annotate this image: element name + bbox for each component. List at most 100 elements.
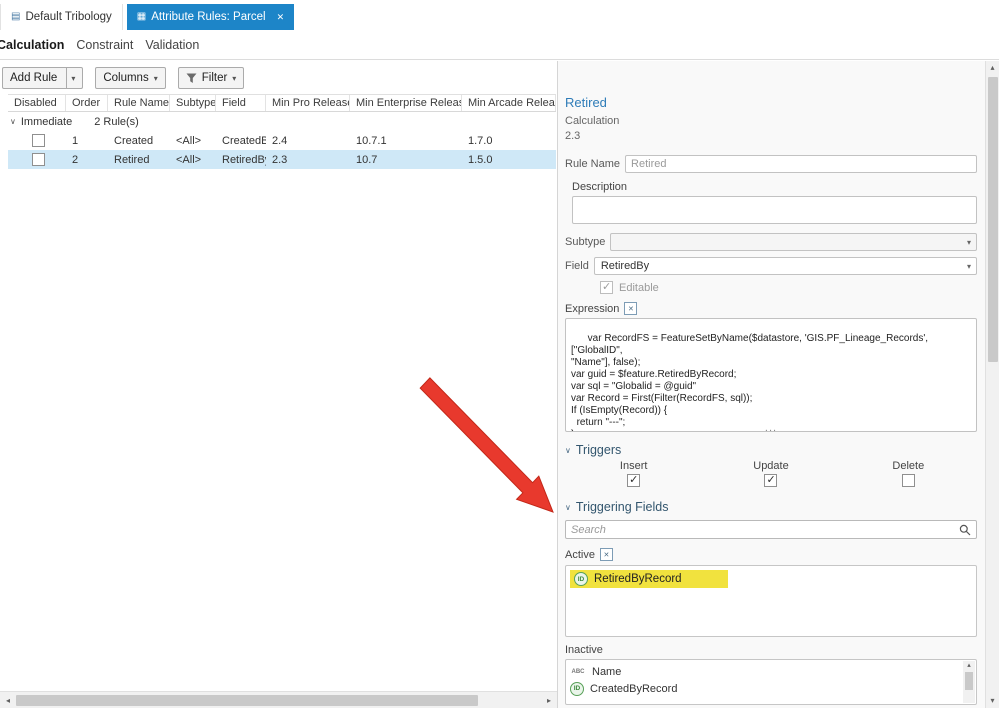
disabled-checkbox[interactable]	[32, 134, 45, 147]
search-input[interactable]	[571, 523, 959, 536]
add-rule-button[interactable]: Add Rule ▾	[2, 67, 84, 89]
subtype-row: Subtype ▾	[565, 233, 977, 251]
column-header-min-enterprise[interactable]: Min Enterprise Release	[350, 95, 462, 111]
resize-grip-icon[interactable]: ...	[566, 422, 976, 431]
inactive-label: Inactive	[565, 644, 603, 656]
column-header-order[interactable]: Order	[66, 95, 108, 111]
scroll-left-icon[interactable]: ◂	[0, 696, 16, 705]
disabled-checkbox[interactable]	[32, 153, 45, 166]
field-row: Field RetiredBy ▾	[565, 257, 977, 275]
cell-order: 2	[72, 153, 79, 166]
field-item-label: Name	[592, 665, 622, 678]
cell-min-pro: 2.3	[272, 153, 288, 166]
rule-type-text: Calculation	[565, 115, 620, 127]
id-field-icon	[570, 681, 584, 696]
tab-validation[interactable]: Validation	[145, 38, 199, 52]
chevron-down-icon[interactable]: ▾	[71, 74, 75, 83]
scrollbar-thumb[interactable]	[987, 77, 998, 362]
active-fields-toggle-icon[interactable]: ✕	[599, 548, 613, 561]
column-header-field[interactable]: Field	[216, 95, 266, 111]
list-scrollbar[interactable]: ▴	[963, 661, 975, 703]
cell-min-arcade: 1.7.0	[468, 134, 493, 147]
scrollbar-thumb[interactable]	[965, 672, 973, 690]
tab-label: Default Tribology	[25, 11, 112, 23]
group-label: Immediate	[20, 115, 73, 128]
list-item[interactable]: Name	[570, 663, 960, 680]
rule-details-panel: Retired Calculation 2.3 Rule Name Descri…	[558, 61, 985, 708]
scrollbar-thumb[interactable]	[16, 694, 478, 706]
triggers-label: Triggers	[575, 443, 622, 457]
scroll-down-icon[interactable]: ▾	[990, 694, 994, 708]
scroll-up-icon[interactable]: ▴	[990, 61, 994, 75]
insert-checkbox[interactable]	[627, 473, 641, 487]
triggers-section-header[interactable]: ∨ Triggers	[565, 443, 977, 457]
table-row[interactable]: 1 Created <All> CreatedBy 2.4 10.7.1 1.7…	[8, 131, 556, 150]
column-header-min-arcade[interactable]: Min Arcade Release	[462, 95, 556, 111]
active-row: Active ✕	[565, 548, 977, 561]
update-checkbox[interactable]	[764, 473, 778, 487]
field-dropdown[interactable]: RetiredBy ▾	[593, 257, 977, 275]
cell-field: RetiredBy	[222, 153, 266, 166]
cell-subtype: <All>	[176, 153, 202, 166]
cell-min-pro: 2.4	[272, 134, 288, 147]
field-item-label: RetiredByRecord	[594, 573, 682, 585]
filter-label: Filter	[201, 72, 228, 84]
editable-label: Editable	[619, 281, 659, 294]
columns-button[interactable]: Columns ▾	[95, 67, 166, 89]
group-row-immediate[interactable]: ∨ Immediate 2 Rule(s)	[10, 112, 556, 131]
add-rule-label: Add Rule	[10, 72, 58, 84]
abc-text-field-icon	[570, 669, 586, 675]
expression-code: var RecordFS = FeatureSetByName($datasto…	[571, 333, 929, 431]
subtype-dropdown[interactable]: ▾	[610, 233, 977, 251]
rule-type-tabs: Calculation Constraint Validation	[0, 30, 999, 60]
description-label: Description	[572, 181, 628, 193]
rule-title: Retired	[565, 95, 607, 110]
collapse-chevron-icon[interactable]: ∨	[10, 117, 16, 126]
tab-constraint[interactable]: Constraint	[76, 38, 133, 52]
collapse-chevron-icon[interactable]: ∨	[565, 446, 571, 455]
filter-button[interactable]: Filter ▾	[177, 67, 245, 89]
cell-field: CreatedBy	[222, 134, 266, 147]
close-icon[interactable]: ✕	[277, 12, 285, 23]
column-header-min-pro[interactable]: Min Pro Release	[266, 95, 350, 111]
attribute-rules-icon: ▦	[136, 11, 147, 22]
active-fields-list[interactable]: RetiredByRecord	[565, 565, 977, 637]
column-header-disabled[interactable]: Disabled	[8, 95, 66, 111]
expression-editor-icon[interactable]: ✕	[624, 302, 638, 315]
rule-name-input[interactable]	[625, 155, 977, 173]
editable-checkbox[interactable]	[600, 280, 613, 294]
update-label: Update	[753, 460, 789, 472]
field-item-label: CreatedByRecord	[590, 682, 678, 695]
rule-version: 2.3	[565, 130, 581, 142]
scroll-right-icon[interactable]: ▸	[541, 696, 557, 705]
description-textarea[interactable]	[572, 196, 977, 224]
rule-name-label: Rule Name	[565, 158, 621, 170]
rule-name-row: Rule Name	[565, 155, 977, 173]
active-label: Active	[565, 548, 595, 561]
field-label: Field	[565, 260, 589, 272]
expression-code-editor[interactable]: var RecordFS = FeatureSetByName($datasto…	[565, 318, 977, 432]
tab-attribute-rules-parcel[interactable]: ▦ Attribute Rules: Parcel ✕	[126, 4, 295, 30]
tab-calculation[interactable]: Calculation	[0, 38, 64, 52]
vertical-scrollbar[interactable]: ▴ ▾	[985, 61, 999, 708]
column-header-subtype[interactable]: Subtype	[170, 95, 216, 111]
tab-label: Attribute Rules: Parcel	[151, 11, 266, 23]
column-header-rule-name[interactable]: Rule Name	[108, 95, 170, 111]
rules-grid: Disabled Order Rule Name Subtype Field M…	[8, 94, 556, 169]
editable-row: Editable	[600, 280, 977, 294]
list-item[interactable]: CreatedByRecord	[570, 680, 960, 697]
cell-min-arcade: 1.5.0	[468, 153, 493, 166]
delete-checkbox[interactable]	[901, 474, 915, 487]
table-row-selected[interactable]: 2 Retired <All> RetiredBy 2.3 10.7 1.5.0	[8, 150, 556, 169]
list-item annotation-highlight[interactable]: RetiredByRecord	[570, 570, 728, 588]
inactive-fields-list[interactable]: Name CreatedByRecord ▴	[565, 659, 977, 705]
collapse-chevron-icon[interactable]: ∨	[565, 503, 571, 512]
scroll-up-icon[interactable]: ▴	[967, 661, 971, 671]
chevron-down-icon: ▾	[232, 73, 237, 83]
horizontal-scrollbar[interactable]: ◂ ▸	[0, 691, 557, 708]
expression-label: Expression	[565, 302, 620, 315]
app-window: ▤ Default Tribology ▦ Attribute Rules: P…	[0, 0, 999, 708]
tab-default-tribology[interactable]: ▤ Default Tribology	[0, 4, 123, 30]
triggering-fields-section-header[interactable]: ∨ Triggering Fields	[565, 500, 977, 514]
id-field-icon	[574, 572, 588, 586]
